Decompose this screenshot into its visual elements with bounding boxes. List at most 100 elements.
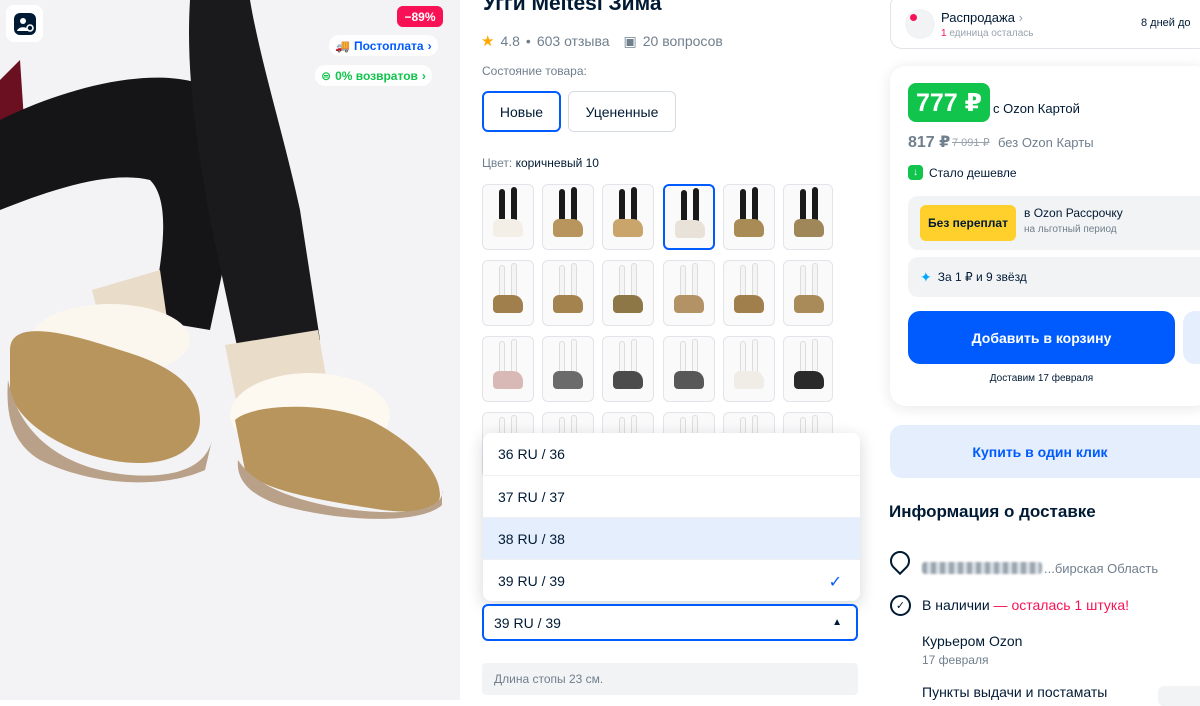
postpay-badge[interactable]: 🚚 Постоплата › <box>329 35 438 56</box>
thumbnail-shape <box>812 187 818 223</box>
sale-days-left: 8 дней до <box>1141 17 1191 29</box>
color-variant-thumbnail[interactable] <box>783 336 833 402</box>
thumbnail-shape <box>674 295 704 313</box>
condition-discounted-button[interactable]: Уцененные <box>568 91 676 132</box>
color-row: Цвет: коричневый 10 <box>482 156 599 170</box>
thumbnail-shape <box>619 341 625 375</box>
sale-title: Распродажа › <box>941 10 1023 25</box>
thumbnail-shape <box>499 265 505 299</box>
delivery-location[interactable]: ...бирская Область <box>922 561 1158 576</box>
product-photo[interactable] <box>0 0 460 700</box>
thumbnail-shape <box>693 188 699 224</box>
questions-link[interactable]: 20 вопросов <box>643 33 723 49</box>
thumbnail-shape <box>553 295 583 313</box>
thumbnail-shape <box>571 187 577 223</box>
stars-offer[interactable]: ✦ За 1 ₽ и 9 звёзд <box>908 257 1200 297</box>
thumbnail-shape <box>631 187 637 223</box>
chevron-right-icon: › <box>427 38 432 53</box>
color-variant-thumbnail[interactable] <box>482 184 534 250</box>
size-option-selected[interactable]: 39 RU / 39 ✓ <box>483 559 860 601</box>
price-drop-note: ↓ Стало дешевле <box>908 165 1017 180</box>
reviews-link[interactable]: 603 отзыва <box>537 33 610 49</box>
size-option-highlighted[interactable]: 38 RU / 38 <box>483 517 860 559</box>
rating-row[interactable]: ★ 4.8 • 603 отзыва ▣ 20 вопросов <box>481 32 723 51</box>
truck-icon: 🚚 <box>335 38 350 53</box>
thumbnail-shape <box>734 371 764 389</box>
thumbnail-shape <box>613 295 643 313</box>
color-variant-thumbnail[interactable] <box>602 260 654 326</box>
regular-price: 817 ₽ <box>908 134 951 151</box>
color-label: Цвет: <box>482 156 513 170</box>
thumbnail-shape <box>812 263 818 299</box>
color-variant-thumbnail[interactable] <box>723 336 775 402</box>
returns-label: 0% возвратов <box>335 68 418 83</box>
color-variant-thumbnail[interactable] <box>783 184 833 250</box>
thumbnail-shape <box>812 339 818 375</box>
thumbnail-shape <box>794 295 824 313</box>
color-variant-thumbnail[interactable] <box>783 260 833 326</box>
condition-label: Состояние товара: <box>482 64 587 78</box>
color-variant-thumbnail[interactable] <box>542 184 594 250</box>
caret-up-icon: ▲ <box>832 617 842 628</box>
separator-dot: • <box>525 33 531 49</box>
color-variant-thumbnail[interactable] <box>723 260 775 326</box>
product-title: Угги Meltesi Зима <box>483 0 662 15</box>
arrow-down-icon: ↓ <box>908 165 923 180</box>
thumbnail-shape <box>740 265 746 299</box>
color-variant-thumbnail[interactable] <box>482 336 534 402</box>
size-option-label: 38 RU / 38 <box>498 530 565 547</box>
thumbnail-shape <box>559 341 565 375</box>
thumbnail-shape <box>511 339 517 375</box>
condition-new-button[interactable]: Новые <box>482 91 561 132</box>
sale-card[interactable]: Распродажа › 1 единица осталась 8 дней д… <box>890 0 1200 49</box>
thumbnail-shape <box>692 263 698 299</box>
color-variant-thumbnail[interactable] <box>663 184 715 250</box>
thumbnail-shape <box>619 189 625 223</box>
color-variant-thumbnail[interactable] <box>542 336 594 402</box>
stock-warning: — осталась 1 штука! <box>989 597 1130 613</box>
thumbnail-shape <box>740 189 746 223</box>
thumbnail-shape <box>619 265 625 299</box>
location-icon <box>885 546 915 576</box>
courier-option-date: 17 февраля <box>922 653 989 667</box>
favorite-button[interactable] <box>1183 311 1200 364</box>
thumbnail-shape <box>511 263 517 299</box>
thumbnail-shape <box>692 339 698 375</box>
thumbnail-shape <box>553 371 583 389</box>
installment-offer[interactable]: Без переплат в Ozon Рассрочку на льготны… <box>908 196 1200 250</box>
returns-badge[interactable]: ⊜ 0% возвратов › <box>315 65 432 86</box>
color-variant-thumbnail[interactable] <box>482 260 534 326</box>
color-variant-thumbnail[interactable] <box>602 184 654 250</box>
product-photo-image <box>0 0 460 700</box>
thumbnail-shape <box>800 189 806 223</box>
postpay-label: Постоплата <box>353 38 424 53</box>
star-icon: ★ <box>481 33 495 50</box>
in-stock-label: В наличии <box>922 597 990 613</box>
color-variant-thumbnail[interactable] <box>663 336 715 402</box>
size-option[interactable]: 37 RU / 37 <box>483 475 860 517</box>
thumbnail-shape <box>681 190 687 224</box>
size-select[interactable]: 39 RU / 39 ▲ <box>482 604 858 641</box>
thumbnail-shape <box>613 371 643 389</box>
thumbnail-shape <box>752 339 758 375</box>
thumbnail-shape <box>674 371 704 389</box>
foot-length-note: Длина стопы 23 см. <box>482 663 858 695</box>
ozon-card-note: с Ozon Картой <box>993 101 1080 116</box>
color-variant-thumbnail[interactable] <box>723 184 775 250</box>
thumbnail-shape <box>613 219 643 237</box>
add-to-cart-button[interactable]: Добавить в корзину <box>908 311 1175 364</box>
regular-price-note: без Ozon Карты <box>998 135 1094 150</box>
thumbnail-shape <box>493 371 523 389</box>
image-search-button[interactable] <box>6 5 43 42</box>
courier-option-title: Курьером Ozon <box>922 633 1023 649</box>
thumbnail-shape <box>493 295 523 313</box>
buy-one-click-button[interactable]: Купить в один клик <box>890 425 1200 478</box>
thumbnail-shape <box>800 265 806 299</box>
size-option[interactable]: 36 RU / 36 <box>483 433 860 475</box>
color-variant-thumbnail[interactable] <box>542 260 594 326</box>
ozon-card-price: 777 ₽ <box>908 83 991 122</box>
thumbnail-shape <box>631 263 637 299</box>
color-variant-thumbnail[interactable] <box>602 336 654 402</box>
thumbnail-shape <box>499 341 505 375</box>
color-variant-thumbnail[interactable] <box>663 260 715 326</box>
